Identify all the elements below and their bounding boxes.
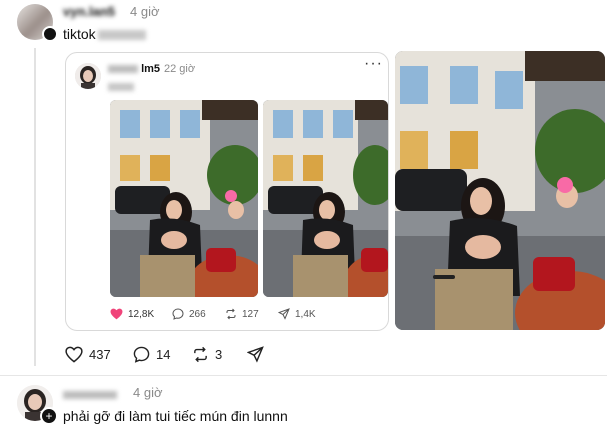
- post-username[interactable]: vyn.lan5: [63, 4, 115, 19]
- quoted-username[interactable]: lm5: [108, 63, 160, 75]
- comment-icon: [133, 346, 150, 363]
- more-icon[interactable]: ···: [364, 56, 383, 72]
- quoted-like-count[interactable]: 12,8K: [110, 308, 154, 320]
- heart-icon: [110, 308, 123, 320]
- comment-button[interactable]: 14: [133, 346, 170, 363]
- thread-line: [34, 48, 36, 366]
- comment-count: 14: [156, 347, 171, 362]
- quoted-share-count[interactable]: 1,4K: [278, 308, 316, 320]
- reply-username[interactable]: [63, 386, 117, 401]
- quoted-avatar-image: [75, 63, 101, 89]
- repost-count: 3: [215, 347, 223, 362]
- quoted-repost-count[interactable]: 127: [225, 308, 259, 320]
- post-text: tiktok: [63, 26, 146, 42]
- quoted-share-label: 1,4K: [295, 308, 316, 320]
- like-button[interactable]: 437: [65, 346, 111, 363]
- divider: [0, 375, 607, 376]
- quoted-comment-count[interactable]: 266: [172, 308, 206, 320]
- quoted-post-card[interactable]: lm5 22 giờ ··· 12,8K 266 127 1,4K: [65, 52, 389, 331]
- quoted-photo-2[interactable]: [263, 100, 388, 297]
- avatar-badge: [42, 26, 58, 42]
- quoted-avatar[interactable]: [75, 63, 101, 89]
- heart-icon: [65, 346, 83, 363]
- quoted-like-label: 12,8K: [128, 308, 155, 320]
- repost-icon: [194, 346, 207, 363]
- post-photo[interactable]: [395, 51, 605, 330]
- share-button[interactable]: [247, 346, 264, 363]
- share-icon: [278, 308, 290, 320]
- reply-text: phải gỡ đi làm tui tiếc mún đin lunnn: [63, 408, 288, 424]
- reply-time: 4 giờ: [133, 385, 163, 400]
- quoted-photo-1[interactable]: [110, 100, 258, 297]
- quoted-comment-label: 266: [189, 308, 206, 320]
- share-icon: [247, 346, 264, 363]
- post-time: 4 giờ: [130, 4, 160, 19]
- comment-icon: [172, 308, 184, 320]
- like-count: 437: [89, 347, 111, 362]
- quoted-time: 22 giờ: [164, 63, 196, 75]
- quoted-repost-label: 127: [242, 308, 259, 320]
- quoted-text-redacted: [108, 83, 134, 91]
- follow-plus-icon[interactable]: +: [40, 407, 58, 425]
- repost-button[interactable]: 3: [192, 346, 222, 363]
- repost-icon: [226, 308, 236, 320]
